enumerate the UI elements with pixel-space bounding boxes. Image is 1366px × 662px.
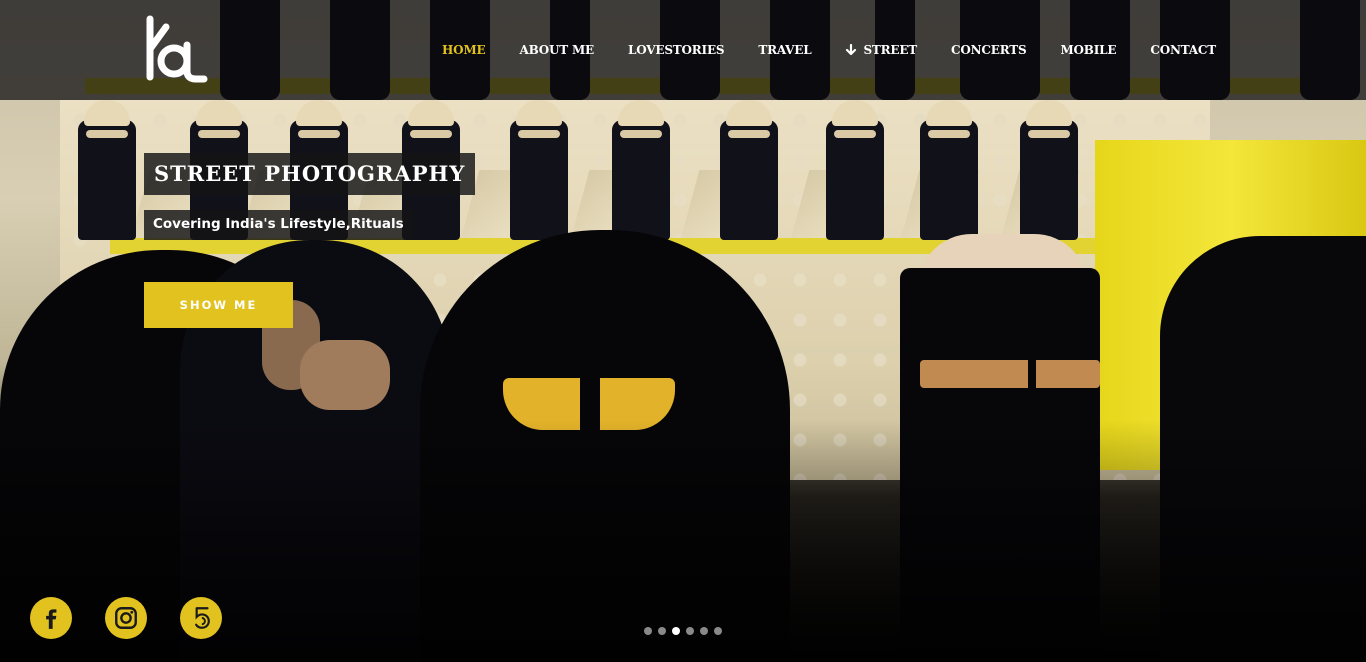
slider-dot[interactable] — [644, 627, 652, 635]
slider-dot[interactable] — [714, 627, 722, 635]
arrow-down-icon — [846, 44, 857, 56]
nav-item-street-label: STREET — [863, 43, 918, 57]
nav-item-about-me[interactable]: ABOUT ME — [519, 43, 594, 57]
social-links — [30, 597, 255, 639]
slide-subtitle: Covering India's Lifestyle,Rituals — [144, 210, 413, 240]
nav-item-concerts[interactable]: CONCERTS — [951, 43, 1027, 57]
kd-monogram-icon[interactable] — [140, 15, 210, 85]
main-nav: HOME ABOUT ME LOVESTORIES TRAVEL STREET … — [408, 43, 1216, 57]
slider-dot[interactable] — [686, 627, 694, 635]
slider-dot[interactable] — [658, 627, 666, 635]
show-me-button[interactable]: SHOW ME — [144, 282, 293, 328]
slider-dot-active[interactable] — [672, 627, 680, 635]
slider-pagination — [644, 627, 728, 635]
nav-item-mobile[interactable]: MOBILE — [1060, 43, 1116, 57]
site-header: HOME ABOUT ME LOVESTORIES TRAVEL STREET … — [0, 0, 1366, 100]
slide-title: STREET PHOTOGRAPHY — [144, 153, 476, 195]
nav-item-street[interactable]: STREET — [845, 43, 917, 57]
500px-icon[interactable] — [180, 597, 222, 639]
nav-item-contact[interactable]: CONTACT — [1150, 43, 1216, 57]
nav-item-home[interactable]: HOME — [442, 43, 486, 57]
nav-item-lovestories[interactable]: LOVESTORIES — [628, 43, 725, 57]
slider-dot[interactable] — [700, 627, 708, 635]
instagram-icon[interactable] — [105, 597, 147, 639]
facebook-icon[interactable] — [30, 597, 72, 639]
nav-item-travel[interactable]: TRAVEL — [758, 43, 811, 57]
